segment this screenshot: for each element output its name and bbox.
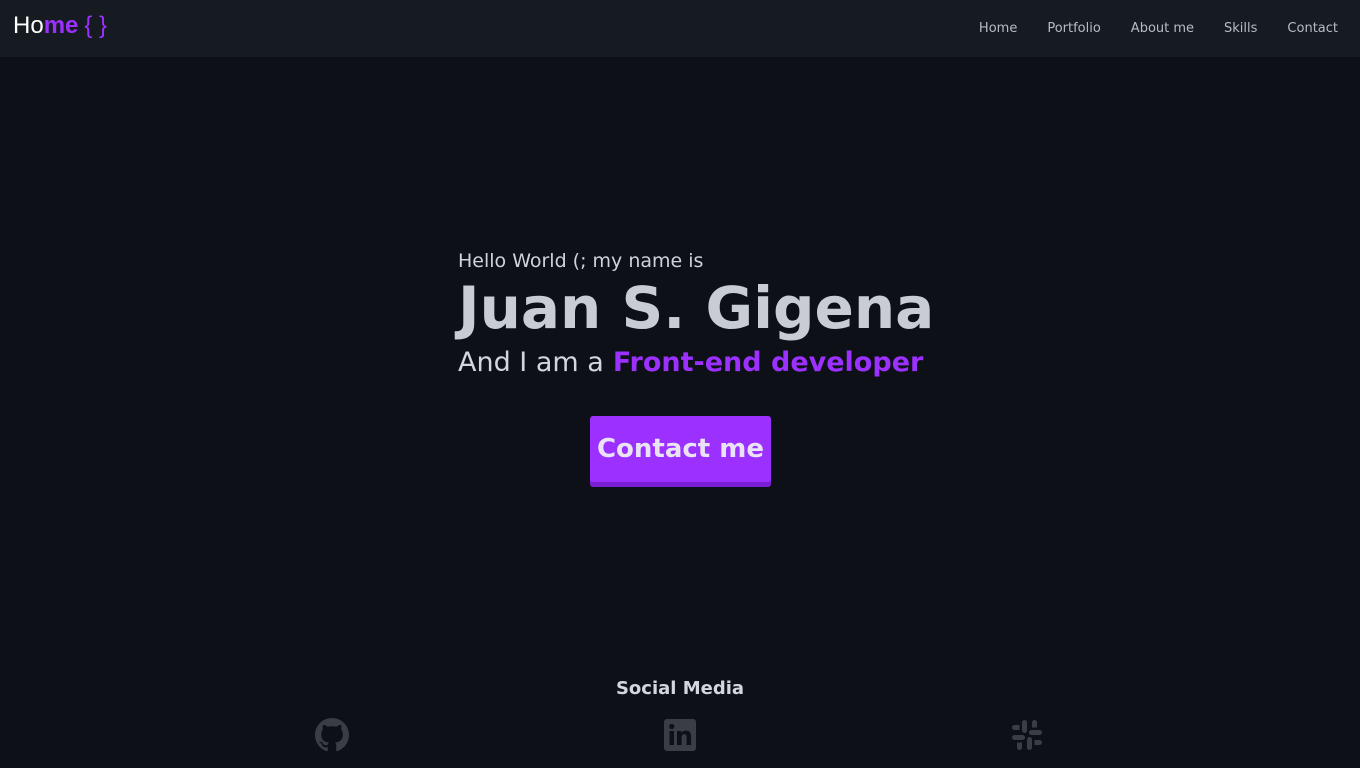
logo-link[interactable]: Home{ } xyxy=(13,11,108,39)
nav-link-portfolio[interactable]: Portfolio xyxy=(1047,21,1100,36)
hero-name: Juan S. Gigena xyxy=(458,274,935,342)
hero-role-line: And I am a Front-end developer xyxy=(458,341,923,385)
nav-link-skills[interactable]: Skills xyxy=(1224,21,1257,36)
social-media-title: Social Media xyxy=(615,678,745,699)
github-icon[interactable] xyxy=(315,718,349,752)
nav-link-contact[interactable]: Contact xyxy=(1287,21,1338,36)
hero-greeting: Hello World (; my name is xyxy=(458,250,704,272)
hero-section: Hello World (; my name is Juan S. Gigena… xyxy=(458,247,935,385)
linkedin-icon[interactable] xyxy=(663,718,697,752)
contact-me-button[interactable]: Contact me xyxy=(590,416,771,482)
slack-icon[interactable] xyxy=(1010,718,1044,752)
navbar: Home{ } Home Portfolio About me Skills C… xyxy=(0,0,1360,57)
nav-link-about-me[interactable]: About me xyxy=(1131,21,1194,36)
hero-role: Front-end developer xyxy=(612,347,924,378)
nav-link-home[interactable]: Home xyxy=(979,21,1017,36)
hero-role-prefix: And I am a xyxy=(458,347,604,378)
nav-links: Home Portfolio About me Skills Contact xyxy=(949,21,1338,36)
logo-text-me: me xyxy=(43,11,79,39)
logo-braces: { } xyxy=(84,11,108,39)
logo-text-ho: Ho xyxy=(13,11,44,39)
